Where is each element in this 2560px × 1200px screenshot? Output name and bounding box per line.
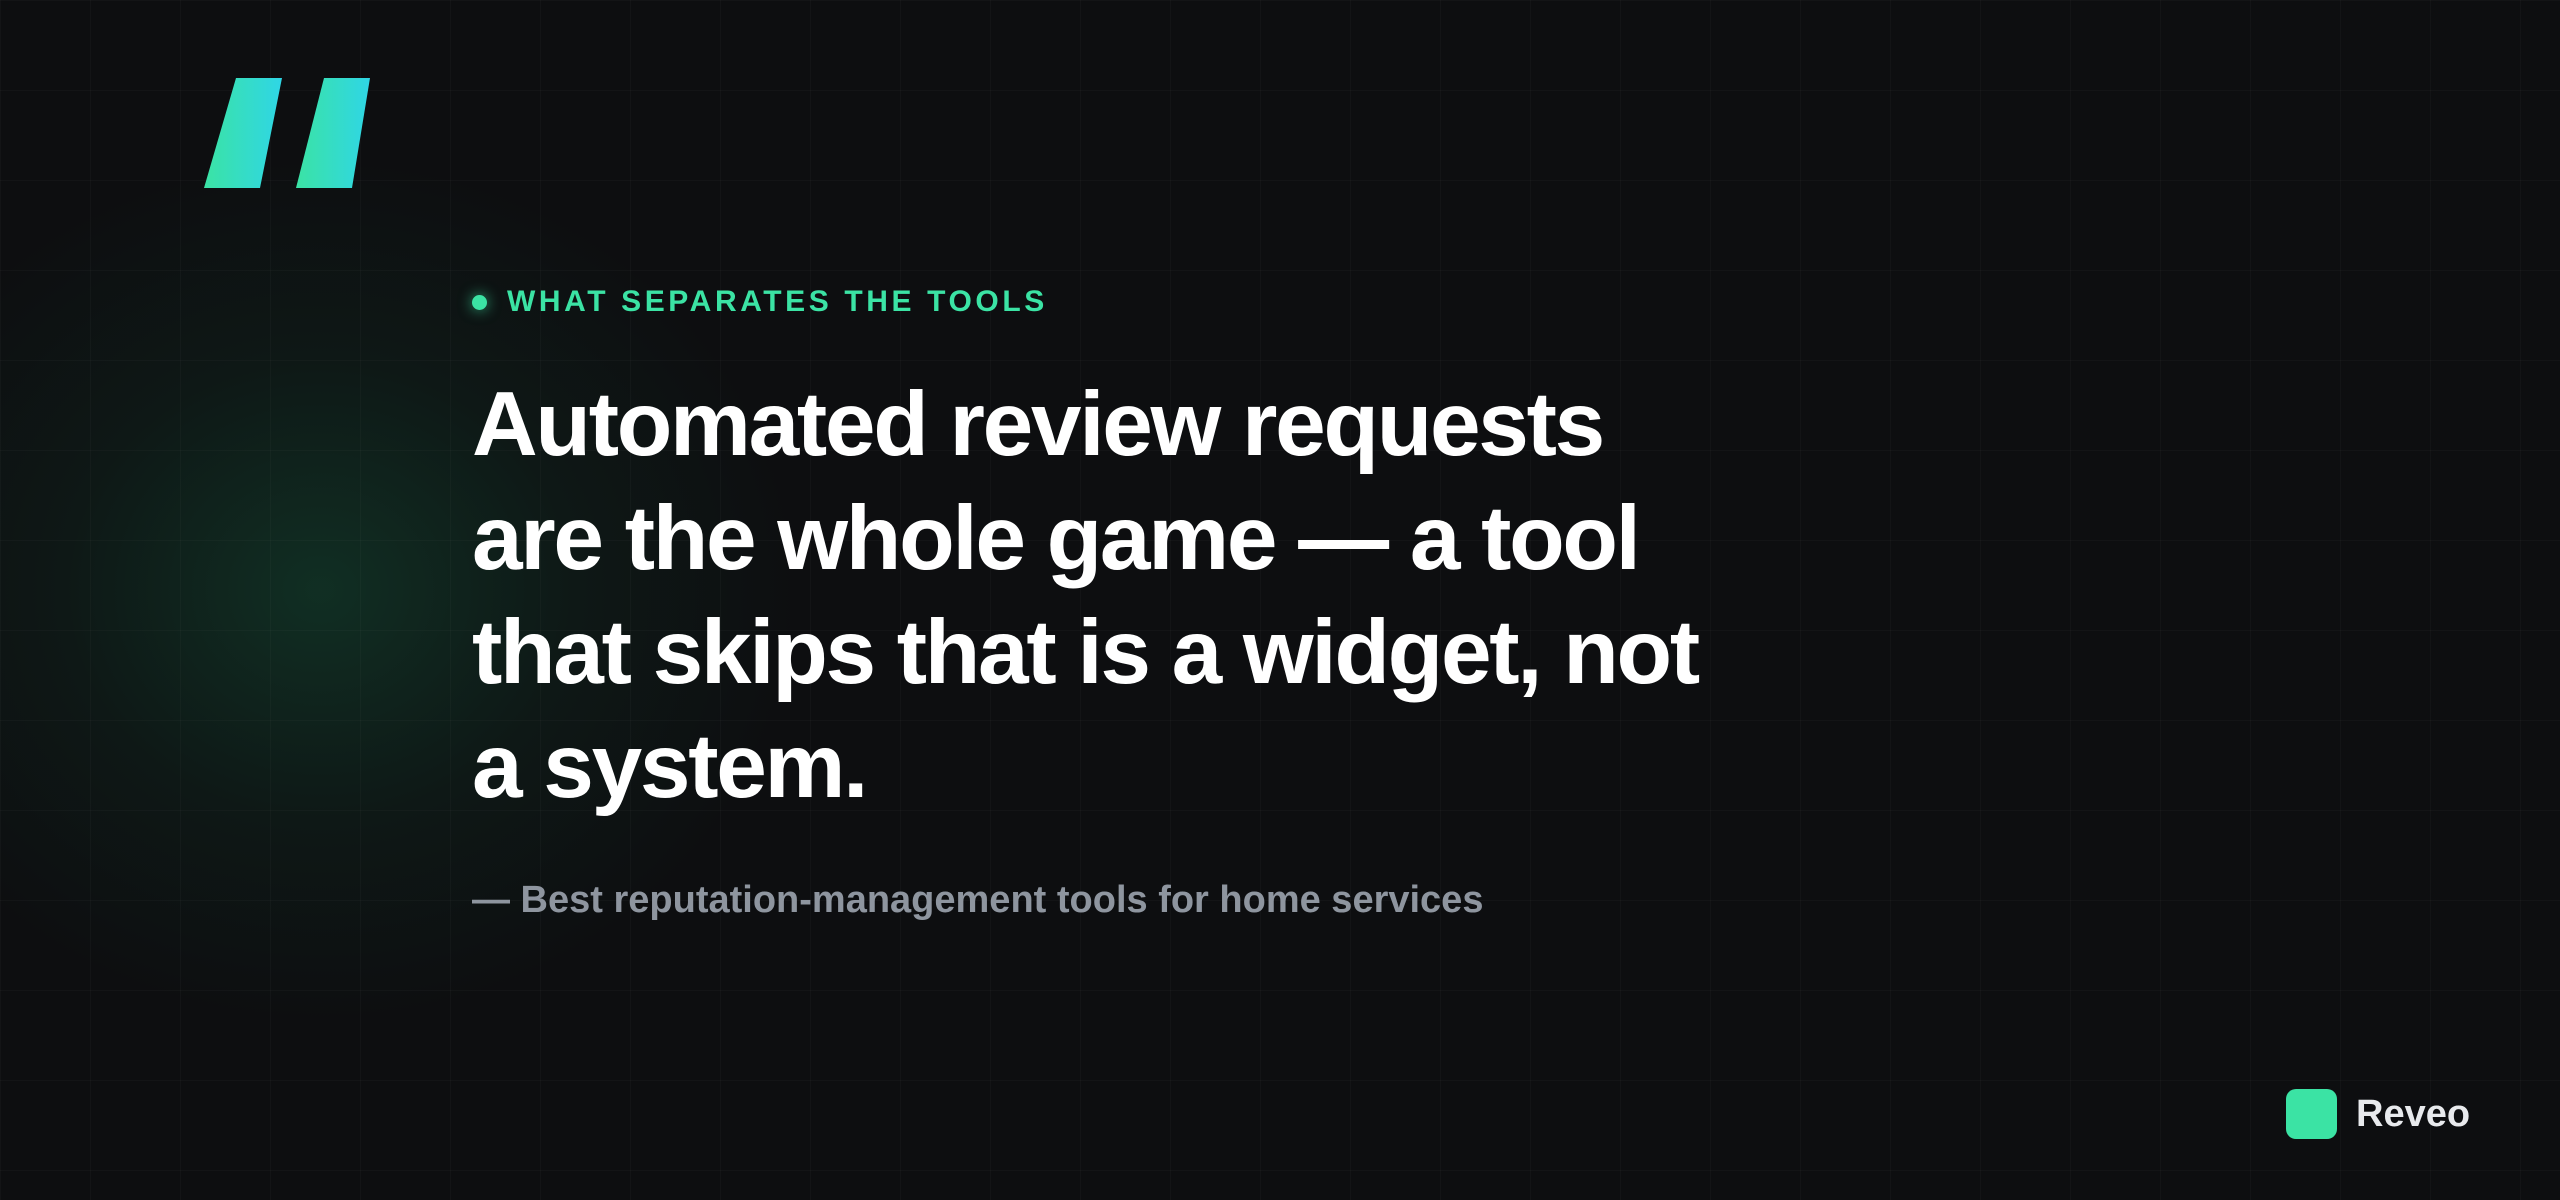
- eyebrow: WHAT SEPARATES THE TOOLS: [472, 284, 1048, 320]
- quote-card: WHAT SEPARATES THE TOOLS Automated revie…: [0, 0, 2560, 1200]
- quote-headline: Automated review requests are the whole …: [472, 374, 1700, 817]
- brand-square-icon: [2286, 1089, 2337, 1139]
- eyebrow-label: WHAT SEPARATES THE TOOLS: [507, 285, 1048, 318]
- quote-attribution: — Best reputation-management tools for h…: [472, 879, 1484, 921]
- quote-mark-icon: [204, 78, 370, 188]
- brand-lockup: Reveo: [2286, 1089, 2470, 1139]
- eyebrow-dot-icon: [472, 294, 487, 310]
- brand-name: Reveo: [2356, 1093, 2471, 1135]
